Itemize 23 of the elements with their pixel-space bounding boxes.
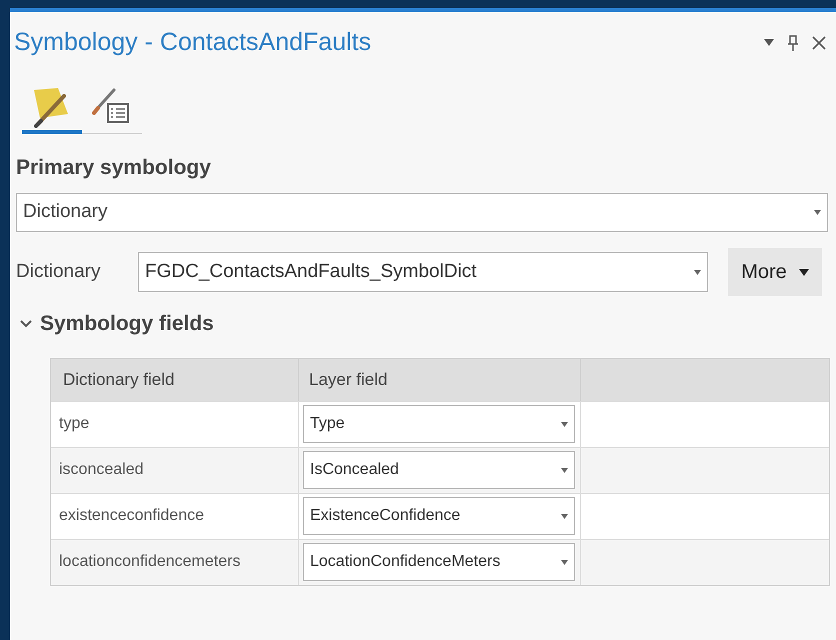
dropdown-arrow-icon [694, 270, 701, 274]
section-heading: Primary symbology [16, 154, 212, 180]
panel-title: Symbology - ContactsAndFaults [14, 27, 372, 58]
dropdown-arrow-icon [814, 210, 821, 215]
dropdown-arrow-icon [561, 514, 568, 518]
layer-field-dropdown[interactable]: LocationConfidenceMeters [303, 543, 575, 581]
layer-field-dropdown[interactable]: IsConcealed [303, 451, 575, 489]
layer-field-dropdown[interactable]: ExistenceConfidence [303, 497, 575, 535]
chevron-icon[interactable] [20, 320, 32, 328]
layer-field-dropdown[interactable]: Type [303, 405, 575, 443]
section-heading: Symbology fields [40, 311, 214, 337]
pin-icon[interactable] [788, 34, 798, 51]
dropdown-arrow-icon [798, 268, 809, 276]
more-button[interactable]: More [728, 248, 822, 296]
dropdown-arrow-icon [561, 468, 568, 472]
dropdown-arrow-icon [561, 422, 568, 426]
symbology-dropdown[interactable]: Dictionary [16, 193, 828, 232]
dropdown-arrow-icon [561, 560, 568, 564]
table-cell: locationconfidencemeters [51, 540, 299, 584]
close-icon[interactable] [812, 36, 826, 50]
dictionary-dropdown[interactable]: FGDC_ContactsAndFaults_SymbolDict [138, 252, 708, 292]
dropdown-arrow-icon[interactable] [764, 39, 774, 46]
field-label: Dictionary [16, 260, 102, 284]
